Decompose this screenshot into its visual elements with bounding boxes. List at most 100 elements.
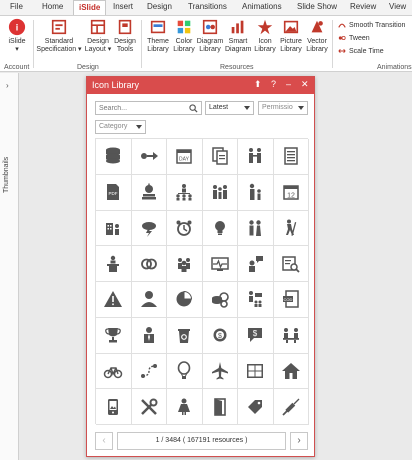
icon-grid-cell[interactable] [202,139,238,175]
tab-design[interactable]: Design [147,2,172,11]
icon-grid-cell[interactable] [167,282,203,318]
icon-grid-cell[interactable] [131,139,167,175]
icon-grid-cell[interactable] [238,282,274,318]
smooth-transition-button[interactable]: Smooth Transition [338,21,405,29]
design-tools-button[interactable]: Design Tools [113,18,137,54]
tab-insert[interactable]: Insert [113,2,133,11]
expand-thumbnails-icon[interactable]: › [6,81,9,90]
icon-grid-cell[interactable] [273,353,309,390]
icon-grid-cell[interactable] [167,174,203,211]
sort-dropdown[interactable]: Latest [205,101,254,115]
icon-grid-cell[interactable] [96,353,132,390]
icon-grid-cell[interactable] [238,389,274,425]
islide-account-button[interactable]: i iSlide ▾ [4,18,30,54]
thumbnails-label[interactable]: Thumbnails [3,157,10,193]
standard-specification-button[interactable]: Standard Specification ▾ [36,18,82,54]
prev-page-button[interactable]: ‹ [95,432,113,450]
search-icon[interactable] [189,104,198,113]
icon-grid-cell[interactable]: PDF [96,174,132,211]
tab-home[interactable]: Home [42,2,63,11]
hot-air-balloon-icon [177,361,191,379]
color-library-button[interactable]: Color Library [172,18,196,54]
icon-grid-cell[interactable]: DAY [167,139,203,175]
tab-review[interactable]: Review [350,2,376,11]
tab-slide-show[interactable]: Slide Show [297,2,337,11]
group-label-design: Design [77,64,99,71]
hiker-icon [285,219,297,236]
icon-grid-cell[interactable] [96,246,132,282]
theme-library-button[interactable]: Theme Library [145,18,171,54]
tab-transitions[interactable]: Transitions [188,2,227,11]
icon-grid-cell[interactable] [131,317,167,354]
panel-title-bar[interactable]: Icon Library ⬆ ? – ✕ [87,77,314,94]
icon-grid-cell[interactable] [202,210,238,247]
icon-grid-cell[interactable] [167,353,203,390]
smart-diagram-icon [231,20,244,34]
icon-grid-cell[interactable] [238,353,274,390]
icon-grid-cell[interactable] [238,246,274,282]
icon-grid-cell[interactable] [167,389,203,425]
help-icon[interactable]: ? [271,79,276,89]
pin-icon[interactable]: ⬆ [254,79,262,90]
tween-button[interactable]: Tween [338,34,370,42]
theme-library-line2: Library [147,46,169,53]
speaker-audience-icon [249,291,263,308]
sort-value: Latest [209,104,229,111]
icon-grid-cell[interactable] [202,246,238,282]
icon-grid-cell[interactable] [131,389,167,425]
icon-grid-cell[interactable] [167,317,203,354]
icon-grid-cell[interactable] [96,210,132,247]
permission-dropdown[interactable]: Permissio [258,101,308,115]
icon-grid-cell[interactable] [238,210,274,247]
icon-grid-cell[interactable] [96,139,132,175]
search-input[interactable] [99,103,183,113]
icon-grid-cell[interactable] [167,210,203,247]
icon-library-button[interactable]: Icon Library [253,18,277,54]
icon-grid-cell[interactable] [238,139,274,175]
color-library-line1: Color [175,38,193,45]
svg-text:i: i [16,23,19,33]
picture-library-button[interactable]: Picture Library [278,18,304,54]
design-layout-button[interactable]: Design Layout ▾ [84,18,112,54]
icon-grid-cell[interactable] [131,282,167,318]
icon-grid-cell[interactable]: $ [238,317,274,354]
icon-grid-cell[interactable] [273,317,309,354]
icon-grid-cell[interactable] [273,210,309,247]
smart-diagram-button[interactable]: Smart Diagram [225,18,251,54]
icon-grid-cell[interactable] [131,246,167,282]
tab-file[interactable]: File [10,2,23,11]
icon-grid-cell[interactable] [202,389,238,425]
icon-grid-cell[interactable] [96,317,132,354]
diagram-library-icon [202,19,218,35]
diagram-library-button[interactable]: Diagram Library [196,18,224,54]
minimize-icon[interactable]: – [286,79,291,89]
icon-grid-cell[interactable] [273,389,309,425]
icon-grid-cell[interactable]: COD [273,282,309,318]
icon-grid-cell[interactable]: 12 [273,174,309,211]
next-page-button[interactable]: › [290,432,308,450]
icon-grid-cell[interactable] [96,282,132,318]
close-icon[interactable]: ✕ [301,79,309,90]
icon-grid-cell[interactable] [238,174,274,211]
icon-grid-cell[interactable] [202,353,238,390]
svg-text:$: $ [218,333,222,340]
vector-library-button[interactable]: Vector Library [304,18,330,54]
icon-grid-cell[interactable]: $ [202,317,238,354]
icon-grid-cell[interactable] [273,246,309,282]
icon-grid-cell[interactable] [131,210,167,247]
heart-monitor-icon [211,256,229,271]
icon-grid-cell[interactable] [131,174,167,211]
tab-islide[interactable]: iSlide [73,0,107,15]
icon-grid-cell[interactable] [273,139,309,175]
scale-time-button[interactable]: Scale Time [338,47,384,55]
icon-grid-cell[interactable] [202,282,238,318]
category-dropdown[interactable]: Category [95,120,146,134]
icon-grid-cell[interactable] [202,174,238,211]
tab-view[interactable]: View [389,2,406,11]
vector-library-icon [311,20,323,33]
icon-grid-cell[interactable] [167,246,203,282]
icon-grid-cell[interactable] [96,389,132,425]
icon-grid-cell[interactable] [131,353,167,390]
tab-animations[interactable]: Animations [242,2,282,11]
price-tag-icon [248,399,263,414]
